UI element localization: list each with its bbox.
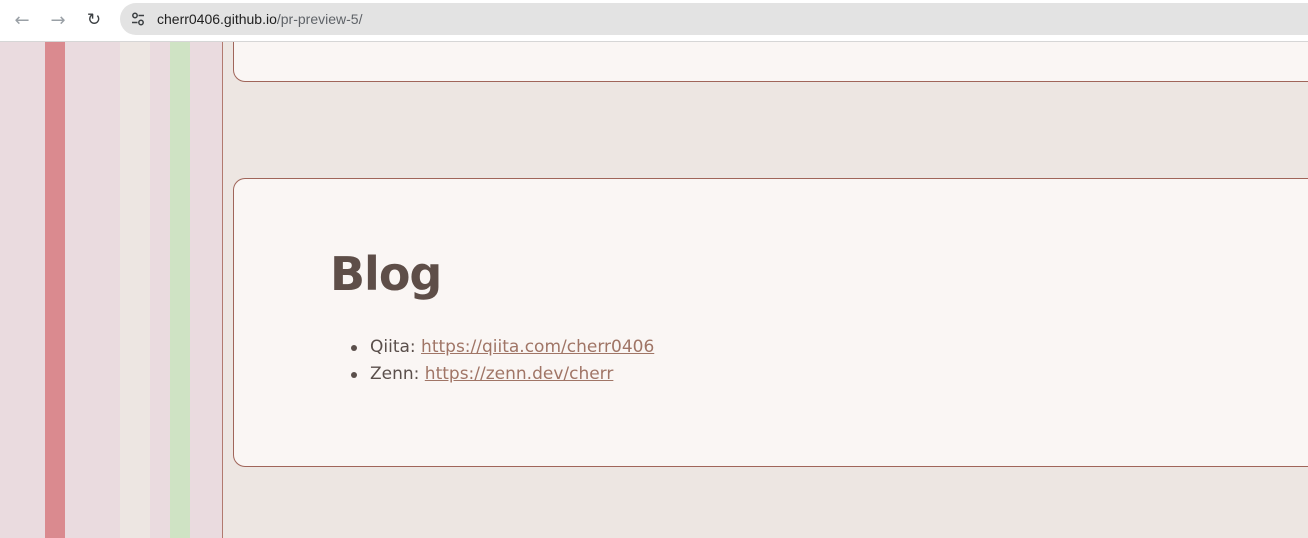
sidebar-stripe-green — [170, 42, 190, 538]
page-content: Blog Qiita: https://qiita.com/cherr0406 … — [0, 42, 1308, 538]
sidebar-stripe-beige — [120, 42, 150, 538]
url-host: cherr0406.github.io — [157, 11, 277, 27]
sidebar-stripe-red — [45, 42, 65, 538]
reload-button[interactable]: ↻ — [81, 7, 107, 33]
blog-list: Qiita: https://qiita.com/cherr0406 Zenn:… — [350, 334, 654, 388]
reload-icon: ↻ — [86, 10, 102, 30]
bullet — [351, 345, 357, 351]
blog-section-card: Blog Qiita: https://qiita.com/cherr0406 … — [233, 178, 1308, 467]
back-button[interactable]: ← — [9, 7, 35, 33]
blog-item-zenn: Zenn: https://zenn.dev/cherr — [350, 361, 654, 388]
browser-toolbar: ← → ↻ cherr0406.github.io/pr-preview-5/ — [0, 0, 1308, 42]
previous-section-card — [233, 42, 1308, 82]
forward-arrow-icon: → — [50, 9, 66, 31]
back-arrow-icon: ← — [14, 9, 30, 31]
qiita-link[interactable]: https://qiita.com/cherr0406 — [421, 337, 654, 357]
blog-item-label: Zenn: — [370, 364, 425, 384]
decorative-sidebar — [0, 42, 223, 538]
blog-heading: Blog — [330, 247, 442, 301]
address-bar[interactable]: cherr0406.github.io/pr-preview-5/ — [120, 3, 1308, 35]
sidebar-border — [222, 42, 223, 538]
forward-button[interactable]: → — [45, 7, 71, 33]
zenn-link[interactable]: https://zenn.dev/cherr — [425, 364, 614, 384]
blog-item-label: Qiita: — [370, 337, 422, 357]
tune-icon — [132, 12, 144, 26]
url-text[interactable]: cherr0406.github.io/pr-preview-5/ — [157, 11, 362, 27]
site-info-button[interactable] — [128, 9, 148, 29]
bullet — [351, 372, 357, 378]
blog-item-qiita: Qiita: https://qiita.com/cherr0406 — [350, 334, 654, 361]
url-path: /pr-preview-5/ — [276, 11, 363, 27]
